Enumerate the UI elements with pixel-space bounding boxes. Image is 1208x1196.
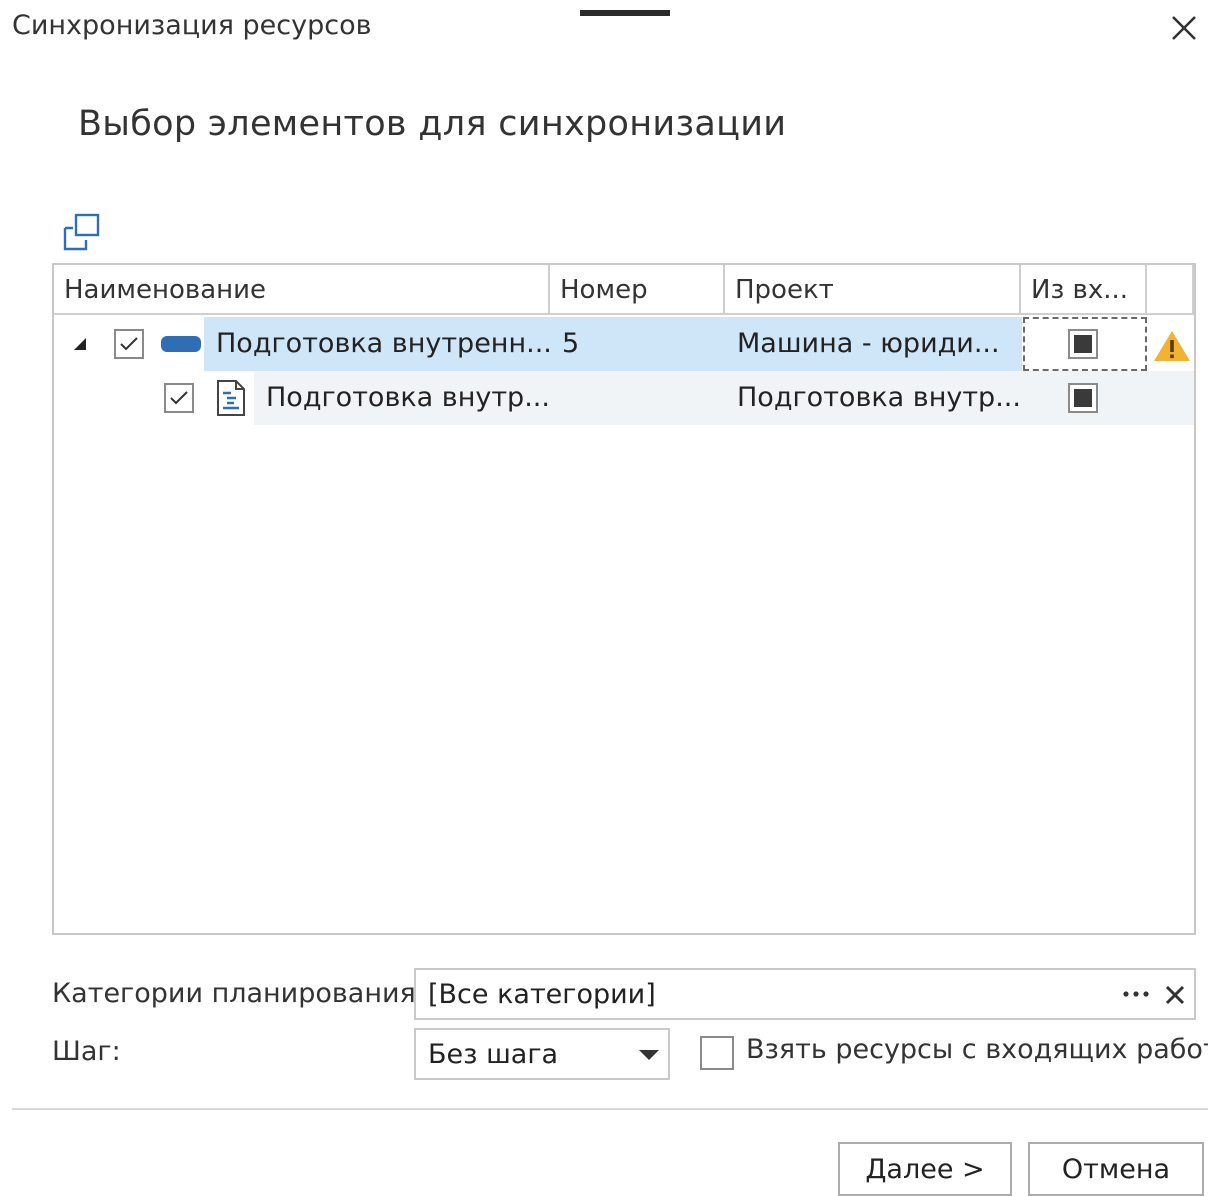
expand-window-icon	[63, 213, 100, 251]
take-resources-label[interactable]: Взять ресурсы с входящих работ	[746, 1034, 1208, 1065]
column-header-name[interactable]: Наименование	[54, 265, 550, 315]
checkmark-icon	[120, 337, 138, 351]
page-heading: Выбор элементов для синхронизации	[78, 104, 787, 144]
row-name: Подготовка внутренн...	[216, 328, 552, 359]
from-incoming-checkbox[interactable]	[1068, 383, 1098, 413]
take-resources-checkbox[interactable]	[700, 1036, 734, 1070]
table-row[interactable]: Подготовка внутренн... 5 Машина - юриди.…	[54, 317, 1194, 371]
expand-all-button[interactable]	[62, 212, 102, 252]
categories-value: [Все категории]	[428, 979, 656, 1010]
categories-field[interactable]: [Все категории]	[414, 968, 1196, 1020]
chevron-down-icon	[639, 1050, 659, 1060]
footer-divider	[12, 1108, 1208, 1110]
next-button[interactable]: Далее >	[838, 1142, 1012, 1196]
row-checkbox[interactable]	[114, 329, 144, 359]
checkmark-icon	[170, 391, 188, 405]
row-checkbox[interactable]	[164, 383, 194, 413]
column-header-project[interactable]: Проект	[725, 265, 1021, 315]
task-document-icon	[217, 380, 245, 416]
categories-label: Категории планирования:	[52, 978, 425, 1009]
from-incoming-checkbox[interactable]	[1068, 329, 1098, 359]
clear-icon[interactable]	[1164, 984, 1186, 1006]
step-label: Шаг:	[52, 1036, 121, 1067]
indeterminate-mark	[1074, 335, 1092, 353]
column-header-number[interactable]: Номер	[550, 265, 725, 315]
close-icon	[1172, 16, 1196, 40]
column-header-from-incoming[interactable]: Из вх...	[1021, 265, 1147, 315]
ellipsis-icon[interactable]	[1122, 990, 1150, 998]
close-button[interactable]	[1164, 6, 1204, 50]
warning-icon[interactable]	[1152, 329, 1192, 363]
title-bar-grip	[580, 10, 670, 16]
step-select[interactable]: Без шага	[414, 1028, 670, 1080]
column-header-status	[1147, 265, 1194, 315]
row-project: Машина - юриди...	[737, 328, 1000, 359]
row-project: Подготовка внутр...	[737, 382, 1021, 413]
window-title: Синхронизация ресурсов	[12, 10, 372, 41]
step-value: Без шага	[428, 1039, 559, 1070]
row-name: Подготовка внутр...	[266, 382, 550, 413]
indeterminate-mark	[1074, 389, 1092, 407]
sync-items-grid[interactable]: Наименование Номер Проект Из вх... Подго…	[52, 263, 1196, 935]
table-row[interactable]: Подготовка внутр... Подготовка внутр...	[54, 371, 1194, 425]
row-number: 5	[562, 328, 580, 359]
resource-pill-icon	[161, 336, 201, 352]
collapse-arrow-icon[interactable]	[72, 337, 88, 351]
cancel-button[interactable]: Отмена	[1028, 1142, 1204, 1196]
